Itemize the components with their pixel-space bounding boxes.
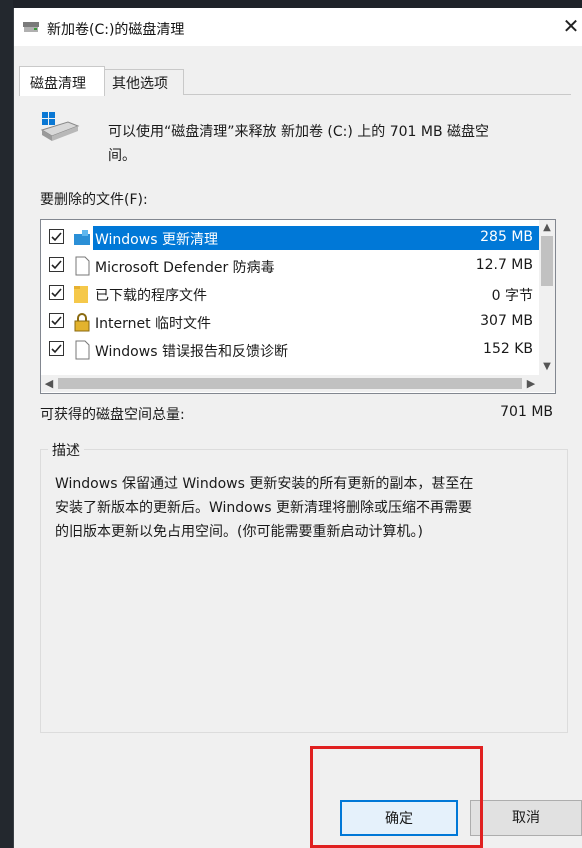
file-size: 12.7 MB <box>475 257 533 273</box>
close-button[interactable]: ✕ <box>559 8 582 46</box>
description-title: 描述 <box>48 440 84 460</box>
file-size: 307 MB <box>480 313 533 329</box>
files-to-delete-label: 要删除的文件(F): <box>40 192 148 208</box>
list-item[interactable]: Windows 更新清理 285 MB <box>41 224 539 252</box>
file-name: 已下载的程序文件 <box>95 288 207 304</box>
tab-label: 磁盘清理 <box>30 76 86 92</box>
files-listbox[interactable]: Windows 更新清理 285 MB Microsoft Defender 防… <box>40 219 556 394</box>
vertical-scroll-thumb[interactable] <box>541 236 553 286</box>
horizontal-scrollbar[interactable]: ◀ ▶ <box>41 375 539 392</box>
file-name: Windows 错误报告和反馈诊断 <box>95 344 288 360</box>
disk-cleanup-icon <box>23 22 39 32</box>
document-icon <box>75 340 90 360</box>
drive-icon <box>40 112 80 141</box>
scroll-left-icon[interactable]: ◀ <box>41 375 57 392</box>
file-name: Microsoft Defender 防病毒 <box>95 260 275 276</box>
checkbox[interactable] <box>49 341 64 356</box>
file-name: Internet 临时文件 <box>95 316 212 332</box>
lock-icon <box>74 313 90 332</box>
tab-more-options[interactable]: 其他选项 <box>104 69 184 95</box>
scroll-corner <box>539 375 555 392</box>
cancel-button[interactable]: 取消 <box>470 800 582 836</box>
horizontal-scroll-thumb[interactable] <box>58 378 522 389</box>
title-bar: 新加卷(C:)的磁盘清理 ✕ <box>14 8 582 46</box>
description-text-line: Windows 保留通过 Windows 更新安装的所有更新的副本，甚至在 <box>55 476 474 492</box>
available-space-value: 701 MB <box>500 404 553 420</box>
windows-update-icon <box>74 230 90 245</box>
description-line-2: 间。 <box>108 148 136 164</box>
description-line-1: 可以使用“磁盘清理”来释放 新加卷 (C:) 上的 701 MB 磁盘空 <box>108 124 490 140</box>
window-title: 新加卷(C:)的磁盘清理 <box>47 22 185 38</box>
highlight-annotation-box <box>310 746 483 848</box>
file-size: 152 KB <box>483 341 533 357</box>
scroll-down-icon[interactable]: ▼ <box>539 359 555 375</box>
checkbox[interactable] <box>49 285 64 300</box>
file-size: 285 MB <box>480 229 533 245</box>
tab-disk-cleanup[interactable]: 磁盘清理 <box>19 66 105 96</box>
tab-label: 其他选项 <box>112 76 168 92</box>
list-item[interactable]: Internet 临时文件 307 MB <box>41 308 539 336</box>
folder-icon <box>74 286 88 303</box>
description-text-line: 安装了新版本的更新后。Windows 更新清理将删除或压缩不再需要 <box>55 500 472 516</box>
checkbox[interactable] <box>49 313 64 328</box>
list-item[interactable]: 已下载的程序文件 0 字节 <box>41 280 539 308</box>
list-item[interactable]: Microsoft Defender 防病毒 12.7 MB <box>41 252 539 280</box>
description-text-line: 的旧版本更新以免占用空间。(你可能需要重新启动计算机。) <box>55 524 423 540</box>
file-size: 0 字节 <box>491 288 533 304</box>
scroll-up-icon[interactable]: ▲ <box>539 220 555 236</box>
list-item[interactable]: Windows 错误报告和反馈诊断 152 KB <box>41 336 539 364</box>
vertical-scrollbar[interactable]: ▲ ▼ <box>539 220 555 375</box>
file-name: Windows 更新清理 <box>95 232 218 248</box>
scroll-right-icon[interactable]: ▶ <box>523 375 539 392</box>
available-space-label: 可获得的磁盘空间总量: <box>40 407 185 423</box>
document-icon <box>75 256 90 276</box>
checkbox[interactable] <box>49 257 64 272</box>
background-strip <box>0 0 13 848</box>
checkbox[interactable] <box>49 229 64 244</box>
